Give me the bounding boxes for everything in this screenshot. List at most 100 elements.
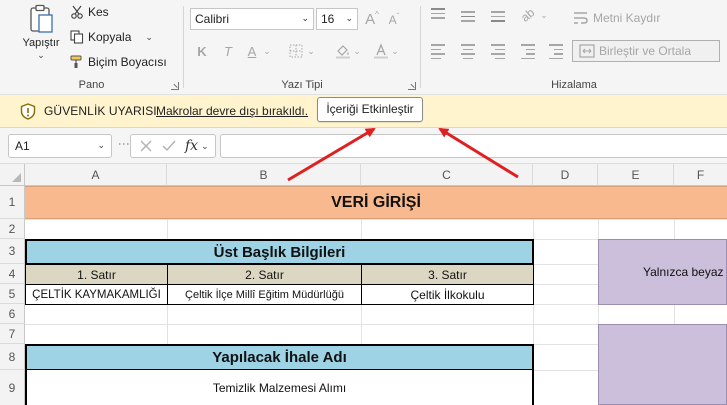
orientation-button[interactable]: ab xyxy=(517,5,539,24)
enable-content-button[interactable]: İçeriği Etkinleştir xyxy=(317,97,423,122)
italic-button[interactable]: T xyxy=(220,42,236,60)
side-note-box-2[interactable] xyxy=(598,324,727,405)
font-color-chevron-icon[interactable]: ⌄ xyxy=(390,42,400,60)
row-header-4[interactable]: 4 xyxy=(0,264,25,284)
decrease-indent-icon[interactable] xyxy=(521,44,535,62)
formula-input[interactable] xyxy=(220,134,727,158)
clipboard-launcher-icon[interactable] xyxy=(171,82,179,90)
cancel-icon[interactable] xyxy=(139,139,153,153)
format-painter-label: Biçim Boyacısı xyxy=(88,55,167,69)
paste-label: Yapıştır xyxy=(22,37,60,49)
tender-name-cell[interactable]: Temizlik Malzemesi Alımı xyxy=(25,370,534,405)
insert-function-icon[interactable]: fx xyxy=(185,138,198,154)
italic-label: T xyxy=(224,43,232,59)
worksheet-grid[interactable]: A B C D E F 1 2 3 4 5 6 7 8 9 VERİ GİRİŞ… xyxy=(0,164,727,405)
font-color-button[interactable] xyxy=(372,42,390,60)
paste-button[interactable]: Yapıştır ⌄ xyxy=(18,4,64,70)
row-header-8[interactable]: 8 xyxy=(0,344,25,370)
chevron-down-icon: ⌄ xyxy=(97,140,105,150)
side-note-box[interactable]: Yalnızca beyaz xyxy=(598,239,727,305)
line-value-1-cell[interactable]: ÇELTİK KAYMAKAMLIĞI xyxy=(25,284,168,305)
align-bottom-icon[interactable] xyxy=(491,11,505,25)
copy-dropdown-chevron-icon[interactable]: ⌄ xyxy=(145,32,153,43)
header-info-title-cell[interactable]: Üst Başlık Bilgileri xyxy=(25,239,534,265)
scissors-icon xyxy=(71,5,83,19)
row-header-2[interactable]: 2 xyxy=(0,219,25,239)
line-value-2-cell[interactable]: Çeltik İlçe Millî Eğitim Müdürlüğü xyxy=(167,284,362,305)
line-label-3-cell[interactable]: 3. Satır xyxy=(361,264,534,285)
align-middle-icon[interactable] xyxy=(461,11,475,25)
line-label-2: 2. Satır xyxy=(245,267,284,282)
align-center-icon[interactable] xyxy=(461,44,475,62)
row-header-1[interactable]: 1 xyxy=(0,186,25,219)
grow-font-button[interactable]: A ^ xyxy=(364,10,380,28)
row-header-7[interactable]: 7 xyxy=(0,324,25,344)
font-group: Calibri ⌄ 16 ⌄ A ^ Aˇ K T A ⌄ ⌄ ⌄ ⌄ Yazı… xyxy=(184,0,420,95)
merge-cells-icon xyxy=(579,44,595,58)
line-value-3: Çeltik İlkokulu xyxy=(410,287,485,302)
underline-chevron-icon[interactable]: ⌄ xyxy=(262,42,272,60)
merge-label: Birleştir ve Ortala xyxy=(599,44,692,58)
cut-button[interactable]: Kes xyxy=(70,3,109,21)
line-label-3: 3. Satır xyxy=(428,267,467,282)
alignment-group-label: Hizalama xyxy=(551,79,597,91)
enter-check-icon[interactable] xyxy=(161,139,177,153)
column-header-b[interactable]: B xyxy=(167,164,361,186)
copy-label: Kopyala xyxy=(88,30,132,44)
row-header-6[interactable]: 6 xyxy=(0,304,25,324)
line-label-1-cell[interactable]: 1. Satır xyxy=(25,264,168,285)
wrap-text-label: Metni Kaydır xyxy=(593,11,661,25)
cut-label: Kes xyxy=(88,5,109,19)
name-box[interactable]: A1 ⌄ xyxy=(8,134,112,158)
align-left-icon[interactable] xyxy=(431,44,445,62)
name-box-value: A1 xyxy=(15,139,30,153)
chevron-down-icon: ⌄ xyxy=(301,13,309,23)
line-value-3-cell[interactable]: Çeltik İlkokulu xyxy=(361,284,534,305)
formula-bar-splitter[interactable]: ⋮ xyxy=(117,138,131,149)
merge-center-dropdown[interactable]: Birleştir ve Ortala xyxy=(572,40,720,62)
underline-label: A xyxy=(247,43,257,59)
orientation-chevron-icon[interactable]: ⌄ xyxy=(539,6,549,24)
font-size-dropdown[interactable]: 16 ⌄ xyxy=(316,8,358,30)
fill-color-chevron-icon[interactable]: ⌄ xyxy=(352,42,362,60)
line-value-2: Çeltik İlçe Millî Eğitim Müdürlüğü xyxy=(185,288,344,301)
select-all-corner[interactable] xyxy=(0,164,25,186)
sheet-title-cell[interactable]: VERİ GİRİŞİ xyxy=(25,186,727,219)
line-label-1: 1. Satır xyxy=(77,267,116,282)
tender-name: Temizlik Malzemesi Alımı xyxy=(212,380,347,395)
row-header-9[interactable]: 9 xyxy=(0,370,25,405)
copy-icon xyxy=(70,30,84,44)
line-value-1: ÇELTİK KAYMAKAMLIĞI xyxy=(32,288,161,301)
align-top-icon[interactable] xyxy=(431,8,445,22)
side-note-text: Yalnızca beyaz xyxy=(643,265,724,279)
column-header-f[interactable]: F xyxy=(674,164,727,186)
fill-color-button[interactable] xyxy=(334,42,352,60)
copy-button[interactable]: Kopyala ⌄ xyxy=(70,28,153,46)
column-header-d[interactable]: D xyxy=(533,164,598,186)
borders-button[interactable] xyxy=(288,43,304,59)
bold-button[interactable]: K xyxy=(194,42,210,60)
column-header-a[interactable]: A xyxy=(25,164,167,186)
line-label-2-cell[interactable]: 2. Satır xyxy=(167,264,362,285)
align-right-icon[interactable] xyxy=(491,44,505,62)
ribbon: Yapıştır ⌄ Kes Kopyala ⌄ Biçim Boyacısı … xyxy=(0,0,727,95)
underline-button[interactable]: A xyxy=(244,42,260,60)
wrap-text-button[interactable]: Metni Kaydır xyxy=(573,8,703,28)
tender-title-cell[interactable]: Yapılacak İhale Adı xyxy=(25,344,534,371)
row-header-5[interactable]: 5 xyxy=(0,284,25,304)
row-header-3[interactable]: 3 xyxy=(0,239,25,264)
chevron-down-icon[interactable]: ⌄ xyxy=(201,141,209,152)
column-header-e[interactable]: E xyxy=(598,164,674,186)
formula-bar-controls: fx ⌄ xyxy=(130,134,216,158)
font-name-dropdown[interactable]: Calibri ⌄ xyxy=(190,8,314,30)
increase-indent-icon[interactable] xyxy=(549,44,563,62)
shrink-font-button[interactable]: Aˇ xyxy=(386,12,402,28)
font-launcher-icon[interactable] xyxy=(408,82,416,90)
paint-bucket-icon xyxy=(336,45,350,59)
column-header-c[interactable]: C xyxy=(361,164,533,186)
borders-chevron-icon[interactable]: ⌄ xyxy=(306,42,316,60)
macros-disabled-link[interactable]: Makrolar devre dışı bırakıldı. xyxy=(156,104,308,118)
format-painter-button[interactable]: Biçim Boyacısı xyxy=(70,53,167,71)
chevron-down-icon[interactable]: ⌄ xyxy=(18,50,64,61)
clipboard-group-label: Pano xyxy=(78,79,105,91)
